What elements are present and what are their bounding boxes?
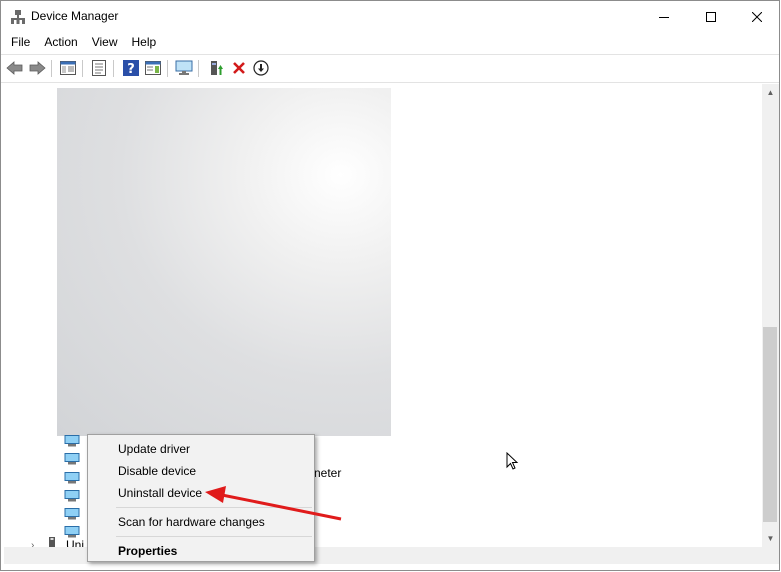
minimize-icon (659, 16, 669, 18)
menu-separator (116, 507, 312, 508)
forward-button[interactable] (28, 59, 46, 77)
action-pane-button[interactable] (144, 59, 162, 77)
window-title: Device Manager (31, 9, 119, 23)
network-adapter-icon (64, 526, 80, 538)
update-driver-icon (211, 61, 223, 75)
disable-icon (253, 60, 269, 76)
scrollbar-corner (762, 547, 779, 564)
menu-item-disable-device[interactable]: Disable device (118, 464, 196, 478)
show-hide-console-tree-button[interactable] (59, 59, 77, 77)
close-button[interactable] (734, 1, 779, 32)
back-button[interactable] (6, 59, 24, 77)
network-adapter-icon (64, 490, 80, 502)
update-driver-button[interactable] (207, 59, 225, 77)
menu-action[interactable]: Action (37, 32, 84, 53)
network-adapter-icon (64, 453, 80, 465)
monitor-icon (175, 60, 193, 75)
scroll-down-arrow-icon[interactable]: ▼ (762, 530, 779, 547)
minimize-button[interactable] (641, 1, 687, 32)
disable-button[interactable] (252, 59, 270, 77)
menu-separator (116, 536, 312, 537)
tree-item-partial-label: neter (314, 466, 342, 480)
toolbar: ? (1, 54, 779, 83)
blurred-region (57, 88, 391, 436)
svg-text:?: ? (127, 62, 135, 76)
maximize-button[interactable] (688, 1, 734, 32)
forward-icon (29, 61, 46, 75)
maximize-icon (706, 11, 716, 22)
expand-chevron-icon[interactable]: › (31, 540, 34, 547)
action-pane-icon (145, 61, 161, 75)
toolbar-separator (113, 60, 114, 77)
toolbar-separator (167, 60, 168, 77)
vertical-scroll-thumb[interactable] (763, 327, 777, 522)
menu-view[interactable]: View (85, 32, 125, 53)
toolbar-separator (198, 60, 199, 77)
menu-item-scan-hardware[interactable]: Scan for hardware changes (118, 515, 265, 529)
menu-item-update-driver[interactable]: Update driver (118, 442, 190, 456)
menu-item-properties[interactable]: Properties (118, 544, 177, 558)
toolbar-separator (82, 60, 83, 77)
help-icon: ? (123, 60, 139, 76)
menu-help[interactable]: Help (125, 32, 164, 53)
network-adapter-icon (64, 508, 80, 520)
uninstall-icon (233, 62, 245, 74)
properties-icon (92, 60, 106, 76)
usb-icon (49, 537, 55, 547)
menu-item-uninstall-device[interactable]: Uninstall device (118, 486, 202, 500)
network-adapter-icon (64, 435, 80, 447)
network-adapter-icon (64, 472, 80, 484)
device-manager-app-icon (11, 10, 25, 24)
title-bar: Device Manager (1, 1, 779, 32)
help-button[interactable]: ? (122, 59, 140, 77)
show-hide-console-tree-icon (60, 61, 76, 75)
properties-button[interactable] (90, 59, 108, 77)
scroll-up-arrow-icon[interactable]: ▲ (762, 84, 779, 101)
monitor-button[interactable] (175, 59, 193, 77)
menu-file[interactable]: File (1, 32, 37, 53)
tree-item-usb-category[interactable]: Uni (66, 538, 84, 547)
mouse-cursor-icon (506, 452, 519, 470)
back-icon (6, 61, 23, 75)
uninstall-button[interactable] (230, 59, 248, 77)
context-menu: Update driver Disable device Uninstall d… (87, 434, 315, 562)
toolbar-separator (51, 60, 52, 77)
menu-bar: File Action View Help (1, 32, 779, 53)
vertical-scrollbar[interactable]: ▲ ▼ (762, 84, 779, 547)
close-icon (752, 11, 762, 22)
